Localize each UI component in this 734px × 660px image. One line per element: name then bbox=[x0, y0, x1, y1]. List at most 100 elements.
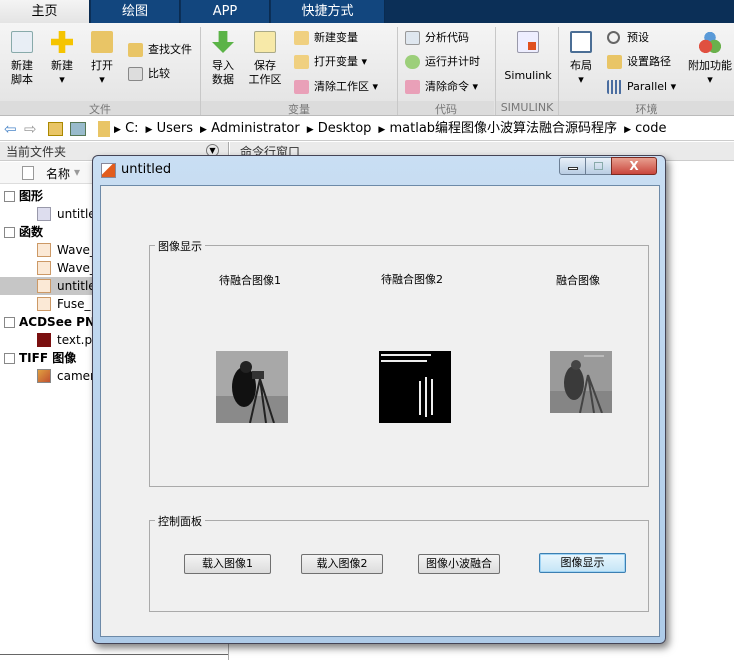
open-variable-label: 打开变量 bbox=[314, 55, 358, 68]
function-file-icon bbox=[37, 297, 51, 311]
image2-axes bbox=[379, 351, 451, 423]
run-and-time-button[interactable]: 运行并计时 bbox=[405, 53, 480, 71]
clear-commands-button[interactable]: 清除命令 ▾ bbox=[405, 78, 478, 96]
layout-label: 布局 bbox=[570, 59, 592, 72]
forward-arrow-icon[interactable]: ⇨ bbox=[24, 117, 37, 141]
find-files-icon bbox=[128, 43, 143, 57]
open-variable-icon bbox=[294, 55, 309, 69]
breadcrumb-item[interactable]: Administrator bbox=[211, 121, 300, 136]
group-figures[interactable]: 图形 bbox=[0, 187, 43, 205]
set-path-button[interactable]: 设置路径 bbox=[607, 53, 671, 71]
back-arrow-icon[interactable]: ⇦ bbox=[4, 117, 17, 141]
list-item-selected[interactable]: untitle bbox=[37, 277, 96, 295]
preferences-button[interactable]: 预设 bbox=[607, 29, 649, 47]
save-workspace-button[interactable]: 保存 工作区 bbox=[246, 31, 284, 87]
open-variable-button[interactable]: 打开变量 ▾ bbox=[294, 53, 367, 71]
minimize-button[interactable] bbox=[559, 157, 586, 175]
breadcrumb-item[interactable]: Desktop bbox=[318, 121, 372, 136]
list-item[interactable]: Wave_ bbox=[37, 259, 96, 277]
control-panel: 控制面板 载入图像1 载入图像2 图像小波融合 图像显示 bbox=[149, 513, 649, 612]
clear-commands-label: 清除命令 bbox=[425, 80, 469, 93]
tab-apps[interactable]: APP bbox=[181, 0, 270, 23]
browse-folder-icon[interactable] bbox=[70, 122, 86, 136]
breadcrumb-item[interactable]: code bbox=[635, 121, 666, 136]
file-name: text.p bbox=[57, 333, 93, 347]
figure-client-area: 图像显示 待融合图像1 待融合图像2 融合图像 控制面板 载入图像1 载入图像2… bbox=[100, 185, 660, 637]
ribbon: 新建 脚本 新建 ▾ 打开 ▾ 查找文件 比较 文件 导入 数据 保存 工作区 新建… bbox=[0, 23, 734, 116]
list-item[interactable]: untitle bbox=[37, 205, 96, 223]
add-ons-button[interactable]: 附加功能 ▾ bbox=[686, 31, 734, 87]
add-ons-label: 附加功能 bbox=[688, 59, 732, 72]
find-files-button[interactable]: 查找文件 bbox=[128, 41, 192, 59]
tab-home[interactable]: 主页 bbox=[0, 0, 90, 23]
list-item[interactable]: camer bbox=[37, 367, 95, 385]
section-environment: 环境 bbox=[559, 101, 734, 116]
group-png[interactable]: ACDSee PN bbox=[0, 313, 95, 331]
simulink-button[interactable]: Simulink bbox=[500, 31, 556, 83]
matlab-icon bbox=[101, 163, 116, 178]
run-time-icon bbox=[405, 55, 420, 69]
parallel-button[interactable]: Parallel ▾ bbox=[607, 78, 676, 96]
load-image2-button[interactable]: 载入图像2 bbox=[301, 554, 383, 574]
fused-image-axes bbox=[550, 351, 612, 413]
analyze-code-button[interactable]: 分析代码 bbox=[405, 29, 469, 47]
compare-button[interactable]: 比较 bbox=[128, 65, 170, 83]
maximize-button[interactable] bbox=[585, 157, 612, 175]
group-functions[interactable]: 函数 bbox=[0, 223, 43, 241]
list-item[interactable]: Fuse_ bbox=[37, 295, 91, 313]
section-variable: 变量 bbox=[201, 101, 397, 116]
close-button[interactable]: X bbox=[611, 157, 657, 175]
import-data-button[interactable]: 导入 数据 bbox=[205, 31, 241, 87]
window-controls: X bbox=[559, 156, 659, 176]
find-files-label: 查找文件 bbox=[148, 43, 192, 56]
list-item[interactable]: Wave_ bbox=[37, 241, 96, 259]
import-label: 导入 数据 bbox=[212, 59, 234, 86]
layout-button[interactable]: 布局 ▾ bbox=[564, 31, 598, 87]
show-image-button[interactable]: 图像显示 bbox=[539, 553, 626, 573]
new-script-button[interactable]: 新建 脚本 bbox=[4, 31, 40, 87]
analyze-code-label: 分析代码 bbox=[425, 31, 469, 44]
open-button[interactable]: 打开 ▾ bbox=[86, 31, 118, 87]
new-button[interactable]: 新建 ▾ bbox=[46, 31, 78, 87]
new-variable-button[interactable]: 新建变量 bbox=[294, 29, 358, 47]
function-file-icon bbox=[37, 279, 51, 293]
eraser-icon bbox=[405, 80, 420, 94]
fig-file-icon bbox=[37, 207, 51, 221]
group-tiff[interactable]: TIFF 图像 bbox=[0, 349, 76, 367]
simulink-label: Simulink bbox=[504, 69, 552, 82]
function-file-icon bbox=[37, 261, 51, 275]
window-title: untitled bbox=[121, 162, 172, 177]
new-variable-icon bbox=[294, 31, 309, 45]
column-name[interactable]: 名称 bbox=[46, 165, 70, 182]
image1-axes bbox=[216, 351, 288, 423]
clear-workspace-button[interactable]: 清除工作区 ▾ bbox=[294, 78, 378, 96]
breadcrumb-item[interactable]: Users bbox=[157, 121, 193, 136]
analyze-code-icon bbox=[405, 31, 420, 45]
list-item[interactable]: text.p bbox=[37, 331, 92, 349]
compare-label: 比较 bbox=[148, 67, 170, 80]
folder-icon bbox=[98, 121, 110, 137]
load-image1-button[interactable]: 载入图像1 bbox=[184, 554, 271, 574]
tab-plots[interactable]: 绘图 bbox=[91, 0, 180, 23]
tab-shortcuts[interactable]: 快捷方式 bbox=[271, 0, 385, 23]
image1-label: 待融合图像1 bbox=[219, 274, 281, 287]
set-path-label: 设置路径 bbox=[627, 55, 671, 68]
save-workspace-label: 保存 工作区 bbox=[248, 59, 282, 86]
clear-workspace-label: 清除工作区 bbox=[314, 80, 369, 93]
parallel-label: Parallel bbox=[627, 80, 668, 93]
open-label: 打开 bbox=[91, 59, 113, 72]
image2-label: 待融合图像2 bbox=[381, 273, 443, 286]
new-variable-label: 新建变量 bbox=[314, 31, 358, 44]
up-folder-icon[interactable] bbox=[48, 122, 63, 136]
breadcrumb-item[interactable]: matlab编程图像小波算法融合源码程序 bbox=[390, 121, 618, 136]
fused-image-label: 融合图像 bbox=[556, 274, 600, 287]
panel-title: 图像显示 bbox=[155, 238, 205, 254]
breadcrumb-item[interactable]: C: bbox=[125, 121, 138, 136]
folder-icon bbox=[607, 55, 622, 69]
file-name: untitle bbox=[57, 279, 96, 293]
new-script-label: 新建 脚本 bbox=[11, 59, 33, 86]
section-simulink: SIMULINK bbox=[496, 101, 558, 115]
wavelet-fusion-button[interactable]: 图像小波融合 bbox=[418, 554, 500, 574]
panel-title: 控制面板 bbox=[155, 513, 205, 529]
file-name: Wave_ bbox=[57, 243, 96, 257]
